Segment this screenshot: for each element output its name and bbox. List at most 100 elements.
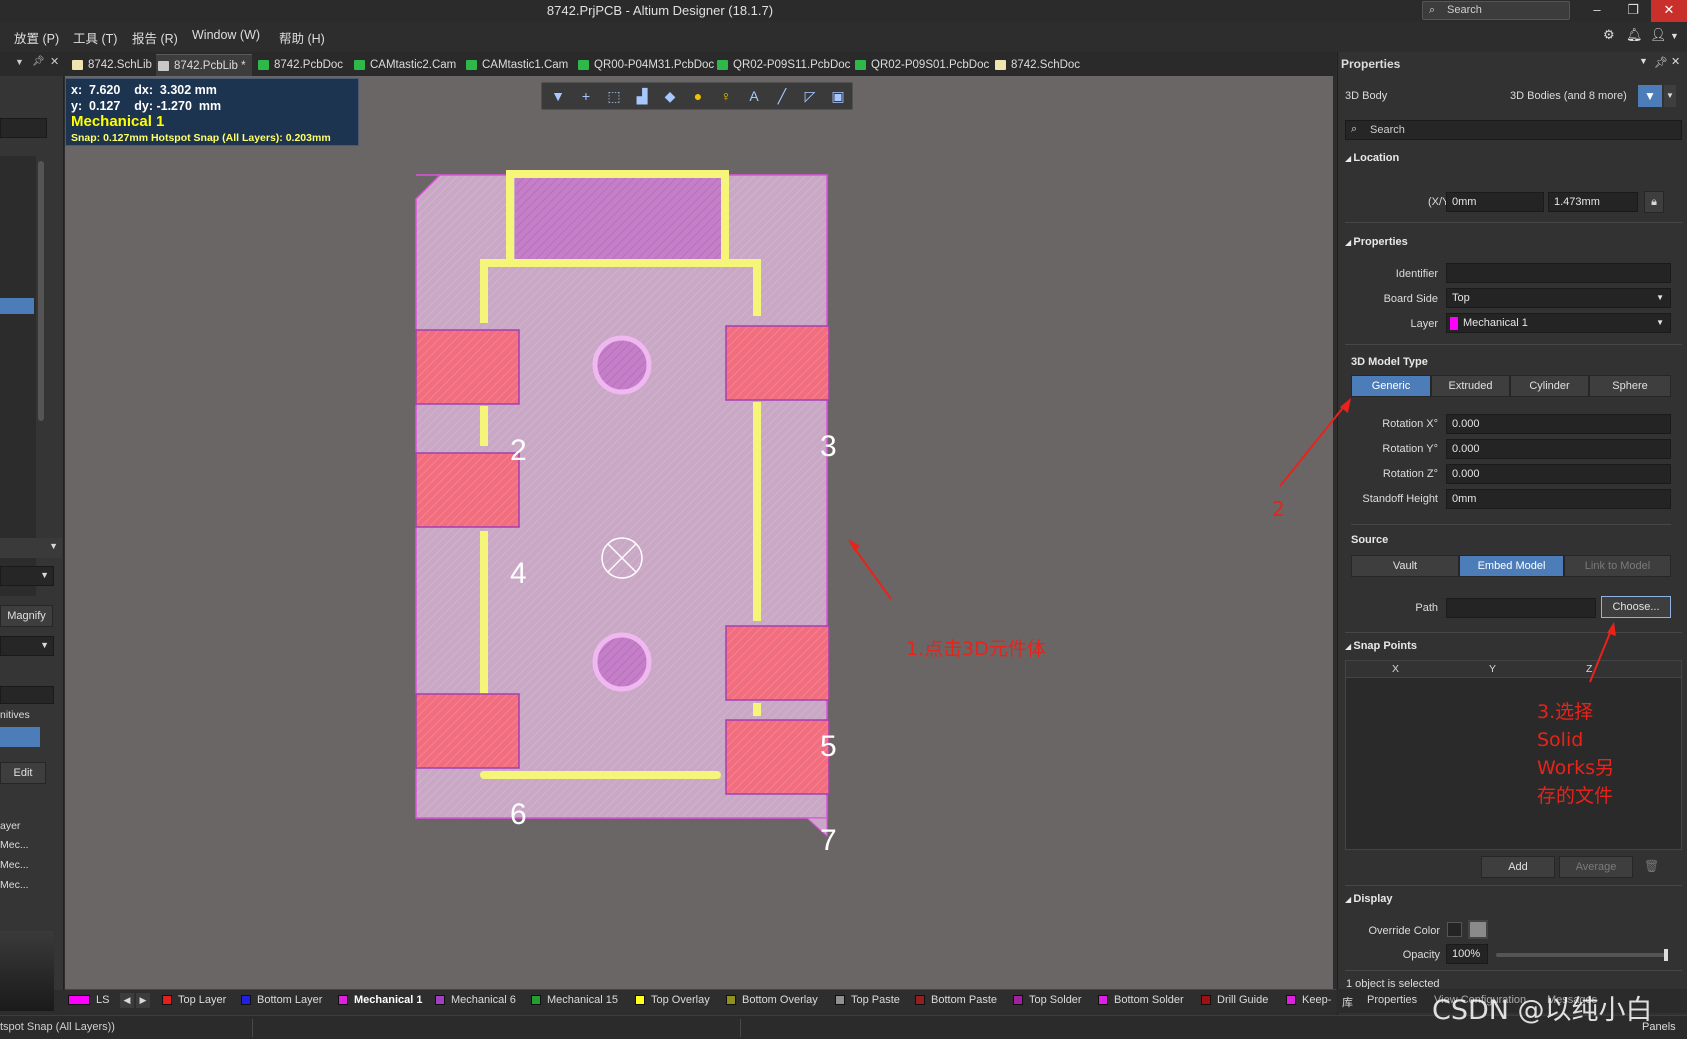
snap-points-table[interactable]: X Y Z	[1345, 660, 1682, 878]
menu-place[interactable]: 放置 (P)	[14, 28, 59, 47]
rotation-x-field[interactable]: 0.000	[1446, 414, 1671, 434]
pin-icon[interactable]: 📌︎	[32, 56, 45, 67]
tab-qr00-p04m31[interactable]: QR00-P04M31.PcbDoc	[576, 54, 720, 76]
bell-icon[interactable]: 🔔︎	[1626, 27, 1643, 43]
left-search-field[interactable]	[0, 118, 47, 138]
left-list-selected-item[interactable]	[0, 298, 34, 314]
model-type-cylinder-button[interactable]: Cylinder	[1510, 375, 1589, 397]
opacity-slider-track[interactable]	[1496, 953, 1668, 957]
layer-tab-bottom-paste[interactable]: Bottom Paste	[915, 994, 997, 1006]
identifier-field[interactable]	[1446, 263, 1671, 283]
layer-set-ls[interactable]: LS	[68, 994, 109, 1006]
cross-icon[interactable]: +	[575, 86, 597, 106]
panel-menu-chevron-icon[interactable]: ▼	[1639, 56, 1648, 66]
pad-5[interactable]	[725, 625, 830, 701]
lock-icon[interactable]: 🔒︎	[1644, 191, 1664, 213]
eraser-icon[interactable]: ◆	[659, 86, 681, 106]
chart-icon[interactable]: ▟	[631, 86, 653, 106]
tab-8742-pcblib[interactable]: 8742.PcbLib *	[156, 54, 252, 76]
pad-3[interactable]	[725, 325, 830, 401]
menu-window[interactable]: Window (W)	[192, 28, 260, 42]
trash-icon[interactable]: 🗑︎	[1644, 859, 1659, 873]
choose-button[interactable]: Choose...	[1601, 596, 1671, 618]
mounting-hole-top[interactable]	[592, 335, 652, 395]
select-rect-icon[interactable]: ⬚	[603, 86, 625, 106]
layer-scroll-right-icon[interactable]: ▶	[136, 993, 150, 1008]
magnify-button[interactable]: Magnify	[0, 605, 53, 627]
layer-row[interactable]: Mec...	[0, 839, 29, 851]
layer-row[interactable]: Mec...	[0, 859, 29, 871]
properties-section-header[interactable]: ◢ Properties	[1345, 236, 1408, 248]
panel-tab-library[interactable]: 库	[1342, 994, 1353, 1010]
filter-dropdown-icon[interactable]: ▼	[1664, 85, 1676, 107]
edit-button[interactable]: Edit	[0, 762, 46, 784]
left-list[interactable]	[0, 156, 36, 596]
layer-tab-top-layer[interactable]: Top Layer	[162, 994, 226, 1006]
pad-icon[interactable]: ●	[687, 86, 709, 106]
rotation-y-field[interactable]: 0.000	[1446, 439, 1671, 459]
via-icon[interactable]: ♀	[715, 86, 737, 106]
menu-reports[interactable]: 报告 (R)	[132, 28, 178, 47]
layer-tab-top-overlay[interactable]: Top Overlay	[635, 994, 710, 1006]
filter-icon[interactable]: ▼	[1638, 85, 1662, 107]
tab-camtastic2[interactable]: CAMtastic2.Cam	[352, 54, 462, 76]
left-dropdown-2[interactable]: ▼	[0, 566, 54, 586]
global-search-box[interactable]: ⌕ Search	[1422, 1, 1570, 20]
opacity-field[interactable]: 100%	[1446, 944, 1488, 964]
region-icon[interactable]: ◸	[799, 86, 821, 106]
tab-camtastic1[interactable]: CAMtastic1.Cam	[464, 54, 574, 76]
restore-button[interactable]: ❐	[1615, 0, 1651, 22]
user-menu-chevron-icon[interactable]: ▼	[1670, 31, 1679, 41]
minimize-button[interactable]: –	[1579, 0, 1615, 22]
standoff-height-field[interactable]: 0mm	[1446, 489, 1671, 509]
menu-tools[interactable]: 工具 (T)	[73, 28, 117, 47]
tab-8742-schlib[interactable]: 8742.SchLib	[70, 54, 158, 76]
layer-tab-mechanical-6[interactable]: Mechanical 6	[435, 994, 516, 1006]
average-snap-button[interactable]: Average	[1559, 856, 1633, 878]
location-section-header[interactable]: ◢ Location	[1345, 152, 1399, 164]
model-type-sphere-button[interactable]: Sphere	[1589, 375, 1671, 397]
pad-7[interactable]	[725, 719, 830, 795]
layer-tab-top-solder[interactable]: Top Solder	[1013, 994, 1082, 1006]
layer-scroll-left-icon[interactable]: ◀	[120, 993, 134, 1008]
add-snap-point-button[interactable]: Add	[1481, 856, 1555, 878]
close-button[interactable]: ✕	[1651, 0, 1687, 22]
layer-tab-mechanical-1[interactable]: Mechanical 1	[338, 994, 422, 1006]
user-icon[interactable]: 👤︎	[1650, 27, 1667, 43]
text-icon[interactable]: A	[743, 86, 765, 106]
left-scrollbar[interactable]	[38, 161, 44, 421]
layer-row[interactable]: Mec...	[0, 879, 29, 891]
location-y-field[interactable]: 1.473mm	[1548, 192, 1638, 212]
layer-tab-top-paste[interactable]: Top Paste	[835, 994, 900, 1006]
top-tab-pad[interactable]	[515, 171, 723, 259]
override-color-swatch[interactable]	[1468, 920, 1488, 939]
gear-icon[interactable]: ⚙	[1603, 27, 1615, 43]
primitives-list-selected[interactable]	[0, 727, 40, 747]
pad-2[interactable]	[415, 329, 520, 405]
layer-tab-drill-guide[interactable]: Drill Guide	[1201, 994, 1268, 1006]
layer-tab-mechanical-15[interactable]: Mechanical 15	[531, 994, 618, 1006]
panel-tab-properties[interactable]: Properties	[1367, 994, 1417, 1006]
layer-tab-bottom-layer[interactable]: Bottom Layer	[241, 994, 322, 1006]
layer-tab-bottom-solder[interactable]: Bottom Solder	[1098, 994, 1184, 1006]
mounting-hole-bottom[interactable]	[592, 632, 652, 692]
left-dropdown-3[interactable]: ▼	[0, 636, 54, 656]
tab-dropdown-icon[interactable]: ▼	[15, 57, 24, 67]
pin-icon[interactable]: 📌︎	[1654, 56, 1668, 69]
override-color-checkbox[interactable]	[1447, 922, 1462, 937]
fill-icon[interactable]: ▣	[827, 86, 849, 106]
tab-qr02-p09s11[interactable]: QR02-P09S11.PcbDoc	[715, 54, 856, 76]
layer-select[interactable]: Mechanical 1 ▼	[1446, 313, 1671, 333]
layer-tab-keep-out[interactable]: Keep-	[1286, 994, 1331, 1006]
left-field[interactable]	[0, 686, 54, 704]
menu-help[interactable]: 帮助 (H)	[279, 28, 325, 47]
pcb-canvas[interactable]: 2 3 4 5 6 7	[65, 76, 1333, 989]
layer-tab-bottom-overlay[interactable]: Bottom Overlay	[726, 994, 818, 1006]
left-dropdown-1[interactable]: ▼	[0, 538, 62, 558]
source-embed-model-button[interactable]: Embed Model	[1459, 555, 1564, 577]
filter-icon[interactable]: ▼	[547, 86, 569, 106]
tab-8742-pcbdoc[interactable]: 8742.PcbDoc	[256, 54, 349, 76]
panel-close-icon[interactable]: ✕	[1671, 55, 1680, 68]
rotation-z-field[interactable]: 0.000	[1446, 464, 1671, 484]
location-x-field[interactable]: 0mm	[1446, 192, 1544, 212]
